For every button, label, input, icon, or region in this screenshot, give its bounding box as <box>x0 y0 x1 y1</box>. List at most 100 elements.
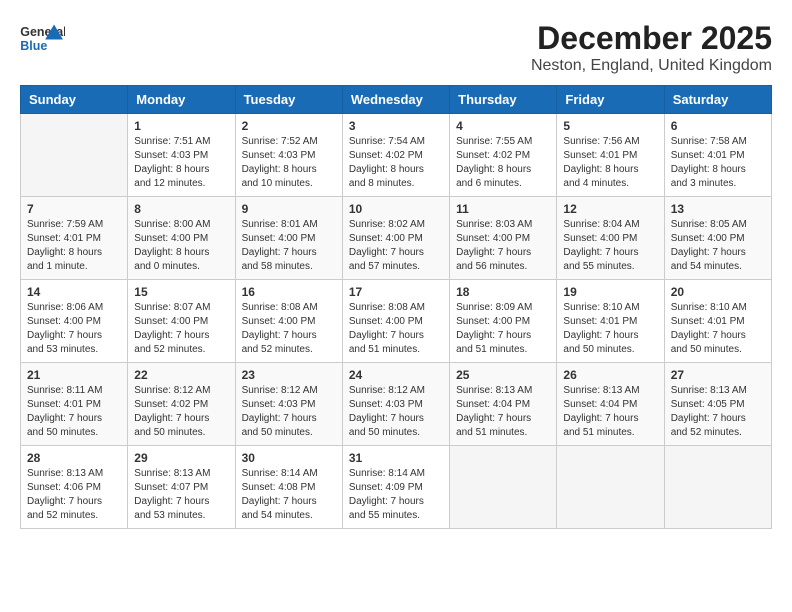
day-number: 19 <box>563 285 657 299</box>
calendar-cell: 23 Sunrise: 8:12 AMSunset: 4:03 PMDayligh… <box>235 363 342 446</box>
day-info: Sunrise: 7:54 AMSunset: 4:02 PMDaylight:… <box>349 135 443 191</box>
calendar-week-row: 7 Sunrise: 7:59 AMSunset: 4:01 PMDaylight… <box>21 197 772 280</box>
calendar-cell: 27Sunrise: 8:13 AMSunset: 4:05 PMDayligh… <box>664 363 771 446</box>
day-info: Sunrise: 7:51 AMSunset: 4:03 PMDaylight:… <box>134 135 228 191</box>
calendar-header-row: SundayMondayTuesdayWednesdayThursdayFrid… <box>21 86 772 114</box>
day-number: 24 <box>349 368 443 382</box>
calendar-cell: 19 Sunrise: 8:10 AMSunset: 4:01 PMDayligh… <box>557 280 664 363</box>
day-info: Sunrise: 8:05 AMSunset: 4:00 PMDaylight:… <box>671 218 765 274</box>
day-info: Sunrise: 8:04 AMSunset: 4:00 PMDaylight:… <box>563 218 657 274</box>
day-info: Sunrise: 8:13 AMSunset: 4:04 PMDaylight:… <box>456 384 550 440</box>
day-number: 12 <box>563 202 657 216</box>
day-info: Sunrise: 7:55 AMSunset: 4:02 PMDaylight:… <box>456 135 550 191</box>
day-info: Sunrise: 8:11 AMSunset: 4:01 PMDaylight:… <box>27 384 121 440</box>
day-number: 21 <box>27 368 121 382</box>
day-info: Sunrise: 8:09 AMSunset: 4:00 PMDaylight:… <box>456 301 550 357</box>
day-info: Sunrise: 8:12 AMSunset: 4:03 PMDaylight:… <box>242 384 336 440</box>
calendar-cell: 2Sunrise: 7:52 AMSunset: 4:03 PMDaylight… <box>235 114 342 197</box>
day-number: 4 <box>456 119 550 133</box>
day-number: 2 <box>242 119 336 133</box>
calendar-cell <box>450 446 557 529</box>
calendar-cell: 21 Sunrise: 8:11 AMSunset: 4:01 PMDayligh… <box>21 363 128 446</box>
calendar-cell: 1 Sunrise: 7:51 AMSunset: 4:03 PMDaylight… <box>128 114 235 197</box>
day-number: 30 <box>242 451 336 465</box>
day-number: 20 <box>671 285 765 299</box>
day-info: Sunrise: 7:59 AMSunset: 4:01 PMDaylight:… <box>27 218 121 274</box>
day-number: 10 <box>349 202 443 216</box>
calendar-week-row: 21 Sunrise: 8:11 AMSunset: 4:01 PMDayligh… <box>21 363 772 446</box>
day-number: 6 <box>671 119 765 133</box>
day-info: Sunrise: 8:10 AMSunset: 4:01 PMDaylight:… <box>563 301 657 357</box>
day-number: 11 <box>456 202 550 216</box>
column-header-tuesday: Tuesday <box>235 86 342 114</box>
day-number: 9 <box>242 202 336 216</box>
calendar-cell <box>21 114 128 197</box>
day-info: Sunrise: 8:13 AMSunset: 4:06 PMDaylight:… <box>27 467 121 523</box>
day-info: Sunrise: 8:06 AMSunset: 4:00 PMDaylight:… <box>27 301 121 357</box>
calendar-cell: 5 Sunrise: 7:56 AMSunset: 4:01 PMDaylight… <box>557 114 664 197</box>
calendar-cell <box>557 446 664 529</box>
calendar-cell: 16Sunrise: 8:08 AMSunset: 4:00 PMDayligh… <box>235 280 342 363</box>
column-header-monday: Monday <box>128 86 235 114</box>
calendar-week-row: 1 Sunrise: 7:51 AMSunset: 4:03 PMDaylight… <box>21 114 772 197</box>
day-info: Sunrise: 8:08 AMSunset: 4:00 PMDaylight:… <box>349 301 443 357</box>
calendar-cell: 20Sunrise: 8:10 AMSunset: 4:01 PMDayligh… <box>664 280 771 363</box>
day-info: Sunrise: 8:00 AMSunset: 4:00 PMDaylight:… <box>134 218 228 274</box>
day-info: Sunrise: 7:56 AMSunset: 4:01 PMDaylight:… <box>563 135 657 191</box>
svg-text:Blue: Blue <box>20 39 47 53</box>
calendar-week-row: 28 Sunrise: 8:13 AMSunset: 4:06 PMDayligh… <box>21 446 772 529</box>
day-number: 29 <box>134 451 228 465</box>
day-number: 13 <box>671 202 765 216</box>
day-number: 23 <box>242 368 336 382</box>
calendar-cell: 7 Sunrise: 7:59 AMSunset: 4:01 PMDaylight… <box>21 197 128 280</box>
calendar-cell <box>664 446 771 529</box>
day-info: Sunrise: 7:58 AMSunset: 4:01 PMDaylight:… <box>671 135 765 191</box>
location: Neston, England, United Kingdom <box>531 57 772 75</box>
day-info: Sunrise: 8:13 AMSunset: 4:07 PMDaylight:… <box>134 467 228 523</box>
calendar-cell: 22Sunrise: 8:12 AMSunset: 4:02 PMDayligh… <box>128 363 235 446</box>
day-number: 26 <box>563 368 657 382</box>
day-number: 15 <box>134 285 228 299</box>
day-number: 28 <box>27 451 121 465</box>
calendar-cell: 26 Sunrise: 8:13 AMSunset: 4:04 PMDayligh… <box>557 363 664 446</box>
column-header-sunday: Sunday <box>21 86 128 114</box>
day-number: 14 <box>27 285 121 299</box>
day-number: 5 <box>563 119 657 133</box>
month-title: December 2025 <box>531 20 772 57</box>
day-number: 22 <box>134 368 228 382</box>
calendar-week-row: 14 Sunrise: 8:06 AMSunset: 4:00 PMDayligh… <box>21 280 772 363</box>
day-number: 7 <box>27 202 121 216</box>
logo: General Blue <box>20 20 65 60</box>
day-info: Sunrise: 8:12 AMSunset: 4:03 PMDaylight:… <box>349 384 443 440</box>
calendar-cell: 4 Sunrise: 7:55 AMSunset: 4:02 PMDaylight… <box>450 114 557 197</box>
day-number: 1 <box>134 119 228 133</box>
column-header-thursday: Thursday <box>450 86 557 114</box>
calendar-cell: 31 Sunrise: 8:14 AMSunset: 4:09 PMDayligh… <box>342 446 449 529</box>
calendar-cell: 13 Sunrise: 8:05 AMSunset: 4:00 PMDayligh… <box>664 197 771 280</box>
calendar-cell: 9 Sunrise: 8:01 AMSunset: 4:00 PMDaylight… <box>235 197 342 280</box>
calendar-cell: 6 Sunrise: 7:58 AMSunset: 4:01 PMDaylight… <box>664 114 771 197</box>
calendar-cell: 12 Sunrise: 8:04 AMSunset: 4:00 PMDayligh… <box>557 197 664 280</box>
calendar-cell: 18 Sunrise: 8:09 AMSunset: 4:00 PMDayligh… <box>450 280 557 363</box>
day-info: Sunrise: 8:02 AMSunset: 4:00 PMDaylight:… <box>349 218 443 274</box>
title-block: December 2025 Neston, England, United Ki… <box>531 20 772 75</box>
column-header-saturday: Saturday <box>664 86 771 114</box>
day-number: 27 <box>671 368 765 382</box>
day-info: Sunrise: 8:03 AMSunset: 4:00 PMDaylight:… <box>456 218 550 274</box>
day-number: 17 <box>349 285 443 299</box>
column-header-friday: Friday <box>557 86 664 114</box>
day-number: 31 <box>349 451 443 465</box>
calendar-table: SundayMondayTuesdayWednesdayThursdayFrid… <box>20 85 772 529</box>
calendar-cell: 17 Sunrise: 8:08 AMSunset: 4:00 PMDayligh… <box>342 280 449 363</box>
day-info: Sunrise: 8:13 AMSunset: 4:04 PMDaylight:… <box>563 384 657 440</box>
calendar-cell: 30Sunrise: 8:14 AMSunset: 4:08 PMDayligh… <box>235 446 342 529</box>
calendar-cell: 10 Sunrise: 8:02 AMSunset: 4:00 PMDayligh… <box>342 197 449 280</box>
calendar-cell: 8Sunrise: 8:00 AMSunset: 4:00 PMDaylight… <box>128 197 235 280</box>
calendar-cell: 24 Sunrise: 8:12 AMSunset: 4:03 PMDayligh… <box>342 363 449 446</box>
calendar-cell: 28 Sunrise: 8:13 AMSunset: 4:06 PMDayligh… <box>21 446 128 529</box>
day-info: Sunrise: 8:01 AMSunset: 4:00 PMDaylight:… <box>242 218 336 274</box>
day-number: 18 <box>456 285 550 299</box>
calendar-cell: 29 Sunrise: 8:13 AMSunset: 4:07 PMDayligh… <box>128 446 235 529</box>
column-header-wednesday: Wednesday <box>342 86 449 114</box>
day-info: Sunrise: 8:14 AMSunset: 4:09 PMDaylight:… <box>349 467 443 523</box>
